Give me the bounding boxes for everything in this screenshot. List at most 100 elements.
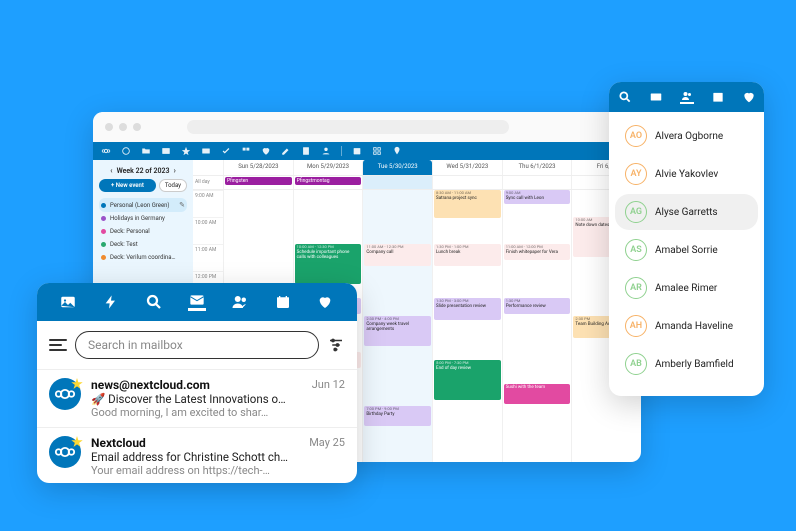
calendar-event[interactable]: 2:30 PM - 4:00 PMCompany week travel arr… [364, 316, 431, 346]
users-icon[interactable] [680, 90, 694, 104]
allday-cell[interactable]: Pfingstmontag [293, 176, 363, 189]
contact-item[interactable]: AY Alvie Yakovlev [615, 156, 758, 192]
mail-item[interactable]: NextcloudMay 25 Email address for Christ… [37, 427, 357, 485]
allday-cell[interactable] [502, 176, 572, 189]
allday-cell[interactable] [432, 176, 502, 189]
day-column[interactable]: 8:30 AM - 11:00 AMSatrana project sync 1:… [432, 190, 502, 462]
heart-icon[interactable] [261, 146, 271, 156]
contact-item[interactable]: ASAmabel Sorrie [615, 232, 758, 268]
day-header[interactable]: Thu 6/1/2023 [502, 160, 572, 175]
contact-name: Alvie Yakovlev [655, 169, 718, 180]
hour-label: 9:00 AM [193, 190, 223, 217]
mail-item[interactable]: news@nextcloud.comJun 12 🚀 Discover the … [37, 369, 357, 427]
image-icon[interactable] [59, 293, 77, 311]
day-header[interactable]: Tue 5/30/2023 [362, 160, 432, 175]
app-toolbar [93, 142, 641, 160]
chevron-right-icon[interactable]: › [174, 166, 176, 175]
contact-name: Amalee Rimer [655, 283, 717, 294]
contacts-toolbar [609, 82, 764, 112]
mail-preview: Your email address on https://tech-… [91, 464, 345, 477]
calendar-list-item[interactable]: Deck: Personal [99, 225, 187, 238]
users-icon[interactable] [321, 146, 331, 156]
day-header[interactable]: Sun 5/28/2023 [223, 160, 293, 175]
week-label: Week 22 of 2023 [117, 167, 170, 175]
search-input[interactable]: Search in mailbox [75, 331, 319, 359]
contact-name: Amberly Bamfield [655, 359, 734, 370]
folder-icon[interactable] [141, 146, 151, 156]
calendar-event[interactable]: 11:00 AM - 12:00 PMFinish whitepaper for… [504, 244, 571, 260]
contact-name: Amabel Sorrie [655, 245, 718, 256]
calendar-name: Holidays in Germany [110, 215, 165, 222]
heart-icon[interactable] [742, 90, 756, 104]
calendar-icon[interactable] [352, 146, 362, 156]
avatar: AO [625, 125, 647, 147]
calendar-event[interactable]: 5:00 PM - 7:30 PMEnd of day review [434, 360, 501, 400]
bolt-icon[interactable] [102, 293, 120, 311]
calendar-event[interactable]: 10:00 AM - 12:30 PMSchedule important ph… [295, 244, 362, 284]
calendar-event[interactable]: Sushi with the team [504, 384, 571, 404]
calendar-event[interactable]: 8:30 AM - 11:00 AMSatrana project sync [434, 190, 501, 218]
chevron-left-icon[interactable]: ‹ [110, 166, 112, 175]
cards-icon[interactable] [241, 146, 251, 156]
location-icon[interactable] [392, 146, 402, 156]
calendar-icon[interactable] [274, 293, 292, 311]
calendar-event[interactable]: 7:00 PM - 9:00 PMBirthday Party [364, 406, 431, 426]
pencil-icon[interactable]: ✎ [179, 201, 185, 209]
avatar: AG [625, 201, 647, 223]
calendar-event[interactable]: 9:00 AMSync call with Leon [504, 190, 571, 204]
allday-cell[interactable]: Pfingsten [223, 176, 293, 189]
grid-icon[interactable] [372, 146, 382, 156]
today-button[interactable]: Today [159, 179, 187, 192]
calendar-event[interactable]: 11:00 AM - 12:30 PMCompany call [364, 244, 431, 266]
image-icon[interactable] [161, 146, 171, 156]
allday-event[interactable]: Pfingstmontag [295, 177, 362, 185]
contact-item[interactable]: AHAmanda Haveline [615, 308, 758, 344]
mail-icon[interactable] [201, 146, 211, 156]
allday-cell[interactable] [362, 176, 432, 189]
calendar-name: Deck: Verilum coordina… [110, 254, 176, 261]
pencil-icon[interactable] [281, 146, 291, 156]
calendar-name: Personal (Leon Green) [110, 202, 170, 209]
day-header[interactable]: Mon 5/29/2023 [293, 160, 363, 175]
contact-item[interactable]: AB Amberly Bamfield [615, 346, 758, 382]
search-icon[interactable] [145, 293, 163, 311]
check-icon[interactable] [221, 146, 231, 156]
day-header[interactable]: Wed 5/31/2023 [432, 160, 502, 175]
traffic-light-icon [105, 123, 113, 131]
calendar-list-item[interactable]: Deck: Verilum coordina… [99, 251, 187, 264]
allday-event[interactable]: Pfingsten [225, 177, 292, 185]
menu-icon[interactable] [49, 339, 67, 351]
contact-item[interactable]: AOAlvera Ogborne [615, 118, 758, 154]
contacts-panel: AOAlvera Ogborne AY Alvie Yakovlev AG Alyse … [609, 82, 764, 396]
mail-toolbar [37, 283, 357, 321]
day-column[interactable]: 11:00 AM - 12:30 PMCompany call 2:30 PM -… [362, 190, 432, 462]
color-dot-icon [101, 203, 106, 208]
mail-icon[interactable] [188, 293, 206, 311]
calendar-list-item[interactable]: Deck: Test [99, 238, 187, 251]
avatar: AB [625, 353, 647, 375]
calendar-event[interactable]: 1:30 PMPerformance review [504, 298, 571, 314]
url-bar[interactable] [187, 120, 509, 134]
contact-item[interactable]: AG Alyse Garretts [615, 194, 758, 230]
heart-icon[interactable] [316, 293, 334, 311]
calendar-icon[interactable] [711, 90, 725, 104]
avatar [49, 436, 81, 468]
calendar-list-item[interactable]: Holidays in Germany [99, 212, 187, 225]
users-icon[interactable] [231, 293, 249, 311]
search-icon[interactable] [618, 90, 632, 104]
activity-icon[interactable] [181, 146, 191, 156]
note-icon[interactable] [301, 146, 311, 156]
avatar: AY [625, 163, 647, 185]
calendar-list-item[interactable]: Personal (Leon Green) ✎ [99, 198, 187, 212]
day-column[interactable]: 9:00 AMSync call with Leon 11:00 AM - 12:… [502, 190, 572, 462]
logo-icon [101, 146, 111, 156]
mail-icon[interactable] [649, 90, 663, 104]
calendar-event[interactable]: 1:30 PM - 3:00 PMSlide presentation revi… [434, 298, 501, 320]
circle-icon[interactable] [121, 146, 131, 156]
contact-name: Alyse Garretts [655, 207, 718, 218]
new-event-button[interactable]: + New event [99, 179, 156, 192]
filter-icon[interactable] [327, 336, 345, 354]
calendar-event[interactable]: 1:30 PM - 1:00 PMLunch break [434, 244, 501, 266]
avatar: AH [625, 315, 647, 337]
contact-item[interactable]: ARAmalee Rimer [615, 270, 758, 306]
